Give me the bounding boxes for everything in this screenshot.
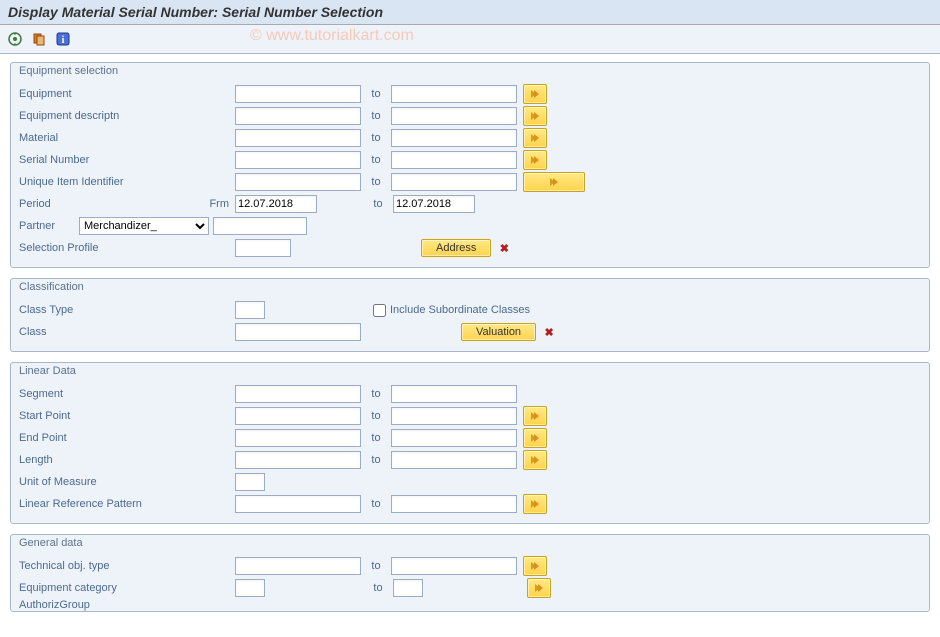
group-title-general: General data bbox=[11, 535, 929, 551]
label-equip-desc: Equipment descriptn bbox=[19, 110, 169, 122]
material-from-input[interactable] bbox=[235, 129, 361, 147]
label-lrp: Linear Reference Pattern bbox=[19, 498, 169, 510]
content: Equipment selection Equipment to Equipme… bbox=[0, 54, 940, 612]
start-to-input[interactable] bbox=[391, 407, 517, 425]
group-title-classification: Classification bbox=[11, 279, 929, 295]
tech-obj-to-input[interactable] bbox=[391, 557, 517, 575]
to-label: to bbox=[361, 88, 391, 100]
group-equipment-selection: Equipment selection Equipment to Equipme… bbox=[10, 62, 930, 268]
period-from-input[interactable] bbox=[235, 195, 317, 213]
sel-profile-input[interactable] bbox=[235, 239, 291, 257]
lrp-more-button[interactable] bbox=[523, 494, 547, 514]
arrow-right-icon bbox=[530, 433, 540, 443]
label-uom: Unit of Measure bbox=[19, 476, 169, 488]
material-to-input[interactable] bbox=[391, 129, 517, 147]
page-title: Display Material Serial Number: Serial N… bbox=[0, 0, 940, 25]
info-icon[interactable]: i bbox=[54, 30, 72, 48]
serial-to-input[interactable] bbox=[391, 151, 517, 169]
equipment-from-input[interactable] bbox=[235, 85, 361, 103]
variant-icon[interactable] bbox=[30, 30, 48, 48]
start-from-input[interactable] bbox=[235, 407, 361, 425]
label-uii: Unique Item Identifier bbox=[19, 176, 169, 188]
arrow-right-icon bbox=[530, 455, 540, 465]
label-class: Class bbox=[19, 326, 169, 338]
equip-cat-more-button[interactable] bbox=[527, 578, 551, 598]
label-end-point: End Point bbox=[19, 432, 169, 444]
end-more-button[interactable] bbox=[523, 428, 547, 448]
class-type-input[interactable] bbox=[235, 301, 265, 319]
length-more-button[interactable] bbox=[523, 450, 547, 470]
uii-from-input[interactable] bbox=[235, 173, 361, 191]
equip-desc-to-input[interactable] bbox=[391, 107, 517, 125]
execute-icon[interactable] bbox=[6, 30, 24, 48]
arrow-right-icon bbox=[530, 111, 540, 121]
arrow-right-icon bbox=[530, 133, 540, 143]
serial-more-button[interactable] bbox=[523, 150, 547, 170]
label-period: Period bbox=[19, 198, 169, 210]
group-title-linear: Linear Data bbox=[11, 363, 929, 379]
arrow-right-icon bbox=[534, 583, 544, 593]
valuation-button[interactable]: Valuation bbox=[461, 323, 536, 341]
equip-cat-from-input[interactable] bbox=[235, 579, 265, 597]
equip-cat-to-input[interactable] bbox=[393, 579, 423, 597]
serial-from-input[interactable] bbox=[235, 151, 361, 169]
label-equipment: Equipment bbox=[19, 88, 169, 100]
material-more-button[interactable] bbox=[523, 128, 547, 148]
equip-desc-from-input[interactable] bbox=[235, 107, 361, 125]
label-tech-obj: Technical obj. type bbox=[19, 560, 169, 572]
equipment-to-input[interactable] bbox=[391, 85, 517, 103]
uom-input[interactable] bbox=[235, 473, 265, 491]
group-general-data: General data Technical obj. type to Equi… bbox=[10, 534, 930, 612]
period-to-input[interactable] bbox=[393, 195, 475, 213]
partner-value-input[interactable] bbox=[213, 217, 307, 235]
length-to-input[interactable] bbox=[391, 451, 517, 469]
group-classification: Classification Class Type Include Subord… bbox=[10, 278, 930, 352]
arrow-right-icon bbox=[530, 411, 540, 421]
svg-text:i: i bbox=[62, 35, 65, 46]
lrp-from-input[interactable] bbox=[235, 495, 361, 513]
arrow-right-icon bbox=[530, 89, 540, 99]
arrow-right-icon bbox=[530, 561, 540, 571]
length-from-input[interactable] bbox=[235, 451, 361, 469]
group-linear-data: Linear Data Segment to Start Point to En… bbox=[10, 362, 930, 524]
toolbar: i © www.tutorialkart.com bbox=[0, 25, 940, 54]
label-sel-profile: Selection Profile bbox=[19, 242, 169, 254]
lrp-to-input[interactable] bbox=[391, 495, 517, 513]
tech-obj-from-input[interactable] bbox=[235, 557, 361, 575]
group-title-equipment: Equipment selection bbox=[11, 63, 929, 79]
segment-to-input[interactable] bbox=[391, 385, 517, 403]
uii-more-button[interactable] bbox=[523, 172, 585, 192]
label-include-sub: Include Subordinate Classes bbox=[390, 304, 530, 316]
label-authgrp: AuthorizGroup bbox=[19, 599, 169, 611]
label-segment: Segment bbox=[19, 388, 169, 400]
arrow-right-icon bbox=[530, 499, 540, 509]
label-start-point: Start Point bbox=[19, 410, 169, 422]
arrow-right-icon bbox=[549, 177, 559, 187]
tech-obj-more-button[interactable] bbox=[523, 556, 547, 576]
equipment-more-button[interactable] bbox=[523, 84, 547, 104]
label-period-frm: Frm bbox=[169, 198, 235, 210]
label-partner: Partner bbox=[19, 220, 79, 232]
address-button[interactable]: Address bbox=[421, 239, 491, 257]
label-serial: Serial Number bbox=[19, 154, 169, 166]
equip-desc-more-button[interactable] bbox=[523, 106, 547, 126]
class-input[interactable] bbox=[235, 323, 361, 341]
label-class-type: Class Type bbox=[19, 304, 169, 316]
end-from-input[interactable] bbox=[235, 429, 361, 447]
uii-to-input[interactable] bbox=[391, 173, 517, 191]
label-material: Material bbox=[19, 132, 169, 144]
partner-select[interactable]: Merchandizer_ bbox=[79, 217, 209, 235]
valuation-clear-icon[interactable]: ✖ bbox=[542, 325, 556, 339]
arrow-right-icon bbox=[530, 155, 540, 165]
segment-from-input[interactable] bbox=[235, 385, 361, 403]
end-to-input[interactable] bbox=[391, 429, 517, 447]
start-more-button[interactable] bbox=[523, 406, 547, 426]
watermark: © www.tutorialkart.com bbox=[250, 27, 414, 45]
label-length: Length bbox=[19, 454, 169, 466]
address-clear-icon[interactable]: ✖ bbox=[497, 241, 511, 255]
include-sub-checkbox[interactable] bbox=[373, 304, 386, 317]
label-equip-cat: Equipment category bbox=[19, 582, 169, 594]
